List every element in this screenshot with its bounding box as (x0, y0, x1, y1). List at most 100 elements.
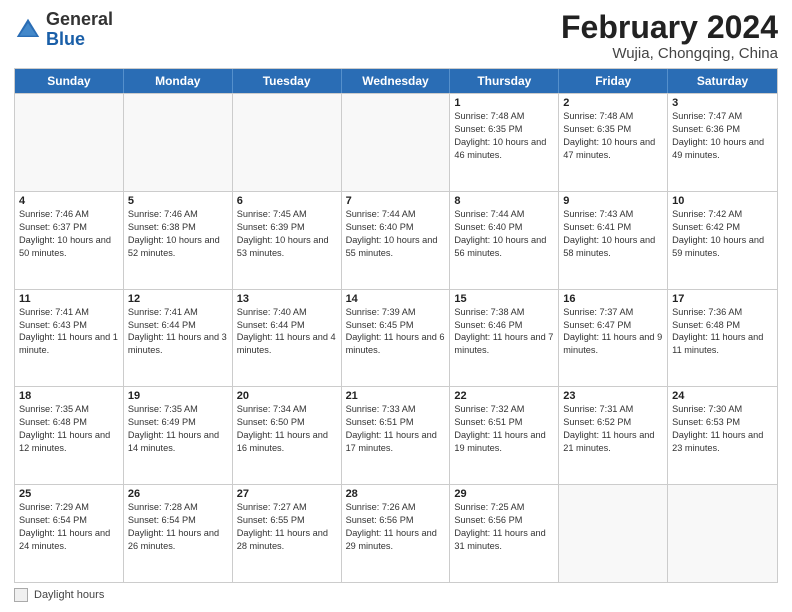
sun-info: Sunrise: 7:43 AM Sunset: 6:41 PM Dayligh… (563, 208, 663, 260)
day-number: 12 (128, 293, 228, 305)
calendar-cell: 25Sunrise: 7:29 AM Sunset: 6:54 PM Dayli… (15, 485, 124, 582)
sun-info: Sunrise: 7:33 AM Sunset: 6:51 PM Dayligh… (346, 403, 446, 455)
sun-info: Sunrise: 7:27 AM Sunset: 6:55 PM Dayligh… (237, 501, 337, 553)
calendar-cell: 14Sunrise: 7:39 AM Sunset: 6:45 PM Dayli… (342, 290, 451, 387)
day-number: 26 (128, 488, 228, 500)
sun-info: Sunrise: 7:32 AM Sunset: 6:51 PM Dayligh… (454, 403, 554, 455)
calendar-cell: 22Sunrise: 7:32 AM Sunset: 6:51 PM Dayli… (450, 387, 559, 484)
logo-general: General (46, 9, 113, 29)
sun-info: Sunrise: 7:44 AM Sunset: 6:40 PM Dayligh… (454, 208, 554, 260)
day-number: 18 (19, 390, 119, 402)
day-number: 10 (672, 195, 773, 207)
logo: General Blue (14, 10, 113, 50)
month-year: February 2024 (561, 10, 778, 45)
sun-info: Sunrise: 7:30 AM Sunset: 6:53 PM Dayligh… (672, 403, 773, 455)
calendar-cell: 3Sunrise: 7:47 AM Sunset: 6:36 PM Daylig… (668, 94, 777, 191)
day-number: 23 (563, 390, 663, 402)
header: General Blue February 2024 Wujia, Chongq… (14, 10, 778, 62)
calendar-cell: 12Sunrise: 7:41 AM Sunset: 6:44 PM Dayli… (124, 290, 233, 387)
day-number: 5 (128, 195, 228, 207)
day-number: 16 (563, 293, 663, 305)
calendar: SundayMondayTuesdayWednesdayThursdayFrid… (14, 68, 778, 583)
calendar-header-thursday: Thursday (450, 69, 559, 93)
sun-info: Sunrise: 7:28 AM Sunset: 6:54 PM Dayligh… (128, 501, 228, 553)
calendar-cell: 21Sunrise: 7:33 AM Sunset: 6:51 PM Dayli… (342, 387, 451, 484)
calendar-cell: 28Sunrise: 7:26 AM Sunset: 6:56 PM Dayli… (342, 485, 451, 582)
sun-info: Sunrise: 7:44 AM Sunset: 6:40 PM Dayligh… (346, 208, 446, 260)
calendar-row-1: 1Sunrise: 7:48 AM Sunset: 6:35 PM Daylig… (15, 93, 777, 191)
day-number: 4 (19, 195, 119, 207)
sun-info: Sunrise: 7:36 AM Sunset: 6:48 PM Dayligh… (672, 306, 773, 358)
legend-label: Daylight hours (34, 589, 104, 601)
calendar-cell: 4Sunrise: 7:46 AM Sunset: 6:37 PM Daylig… (15, 192, 124, 289)
sun-info: Sunrise: 7:48 AM Sunset: 6:35 PM Dayligh… (563, 110, 663, 162)
title-block: February 2024 Wujia, Chongqing, China (561, 10, 778, 62)
sun-info: Sunrise: 7:46 AM Sunset: 6:38 PM Dayligh… (128, 208, 228, 260)
day-number: 27 (237, 488, 337, 500)
day-number: 1 (454, 97, 554, 109)
day-number: 9 (563, 195, 663, 207)
logo-blue: Blue (46, 29, 85, 49)
sun-info: Sunrise: 7:35 AM Sunset: 6:49 PM Dayligh… (128, 403, 228, 455)
day-number: 19 (128, 390, 228, 402)
calendar-cell: 17Sunrise: 7:36 AM Sunset: 6:48 PM Dayli… (668, 290, 777, 387)
sun-info: Sunrise: 7:34 AM Sunset: 6:50 PM Dayligh… (237, 403, 337, 455)
logo-text: General Blue (46, 10, 113, 50)
day-number: 21 (346, 390, 446, 402)
calendar-header: SundayMondayTuesdayWednesdayThursdayFrid… (15, 69, 777, 93)
calendar-cell: 29Sunrise: 7:25 AM Sunset: 6:56 PM Dayli… (450, 485, 559, 582)
calendar-cell: 15Sunrise: 7:38 AM Sunset: 6:46 PM Dayli… (450, 290, 559, 387)
calendar-cell: 27Sunrise: 7:27 AM Sunset: 6:55 PM Dayli… (233, 485, 342, 582)
day-number: 29 (454, 488, 554, 500)
calendar-cell (342, 94, 451, 191)
day-number: 20 (237, 390, 337, 402)
calendar-row-2: 4Sunrise: 7:46 AM Sunset: 6:37 PM Daylig… (15, 191, 777, 289)
calendar-cell: 2Sunrise: 7:48 AM Sunset: 6:35 PM Daylig… (559, 94, 668, 191)
day-number: 22 (454, 390, 554, 402)
sun-info: Sunrise: 7:45 AM Sunset: 6:39 PM Dayligh… (237, 208, 337, 260)
day-number: 24 (672, 390, 773, 402)
calendar-header-wednesday: Wednesday (342, 69, 451, 93)
calendar-cell (233, 94, 342, 191)
day-number: 28 (346, 488, 446, 500)
calendar-body: 1Sunrise: 7:48 AM Sunset: 6:35 PM Daylig… (15, 93, 777, 582)
calendar-cell: 10Sunrise: 7:42 AM Sunset: 6:42 PM Dayli… (668, 192, 777, 289)
calendar-cell: 1Sunrise: 7:48 AM Sunset: 6:35 PM Daylig… (450, 94, 559, 191)
sun-info: Sunrise: 7:31 AM Sunset: 6:52 PM Dayligh… (563, 403, 663, 455)
calendar-cell: 7Sunrise: 7:44 AM Sunset: 6:40 PM Daylig… (342, 192, 451, 289)
calendar-row-3: 11Sunrise: 7:41 AM Sunset: 6:43 PM Dayli… (15, 289, 777, 387)
calendar-cell: 11Sunrise: 7:41 AM Sunset: 6:43 PM Dayli… (15, 290, 124, 387)
day-number: 15 (454, 293, 554, 305)
day-number: 7 (346, 195, 446, 207)
sun-info: Sunrise: 7:35 AM Sunset: 6:48 PM Dayligh… (19, 403, 119, 455)
sun-info: Sunrise: 7:48 AM Sunset: 6:35 PM Dayligh… (454, 110, 554, 162)
calendar-cell (668, 485, 777, 582)
sun-info: Sunrise: 7:26 AM Sunset: 6:56 PM Dayligh… (346, 501, 446, 553)
calendar-cell: 19Sunrise: 7:35 AM Sunset: 6:49 PM Dayli… (124, 387, 233, 484)
day-number: 14 (346, 293, 446, 305)
day-number: 6 (237, 195, 337, 207)
legend: Daylight hours (14, 588, 778, 602)
calendar-header-sunday: Sunday (15, 69, 124, 93)
sun-info: Sunrise: 7:41 AM Sunset: 6:43 PM Dayligh… (19, 306, 119, 358)
day-number: 13 (237, 293, 337, 305)
day-number: 11 (19, 293, 119, 305)
calendar-cell: 18Sunrise: 7:35 AM Sunset: 6:48 PM Dayli… (15, 387, 124, 484)
calendar-header-friday: Friday (559, 69, 668, 93)
logo-icon (14, 16, 42, 44)
sun-info: Sunrise: 7:41 AM Sunset: 6:44 PM Dayligh… (128, 306, 228, 358)
day-number: 17 (672, 293, 773, 305)
calendar-header-saturday: Saturday (668, 69, 777, 93)
calendar-cell: 13Sunrise: 7:40 AM Sunset: 6:44 PM Dayli… (233, 290, 342, 387)
calendar-cell: 26Sunrise: 7:28 AM Sunset: 6:54 PM Dayli… (124, 485, 233, 582)
calendar-header-monday: Monday (124, 69, 233, 93)
sun-info: Sunrise: 7:46 AM Sunset: 6:37 PM Dayligh… (19, 208, 119, 260)
calendar-cell: 9Sunrise: 7:43 AM Sunset: 6:41 PM Daylig… (559, 192, 668, 289)
calendar-cell (124, 94, 233, 191)
sun-info: Sunrise: 7:29 AM Sunset: 6:54 PM Dayligh… (19, 501, 119, 553)
calendar-cell: 23Sunrise: 7:31 AM Sunset: 6:52 PM Dayli… (559, 387, 668, 484)
sun-info: Sunrise: 7:37 AM Sunset: 6:47 PM Dayligh… (563, 306, 663, 358)
calendar-row-4: 18Sunrise: 7:35 AM Sunset: 6:48 PM Dayli… (15, 386, 777, 484)
calendar-cell: 6Sunrise: 7:45 AM Sunset: 6:39 PM Daylig… (233, 192, 342, 289)
sun-info: Sunrise: 7:38 AM Sunset: 6:46 PM Dayligh… (454, 306, 554, 358)
